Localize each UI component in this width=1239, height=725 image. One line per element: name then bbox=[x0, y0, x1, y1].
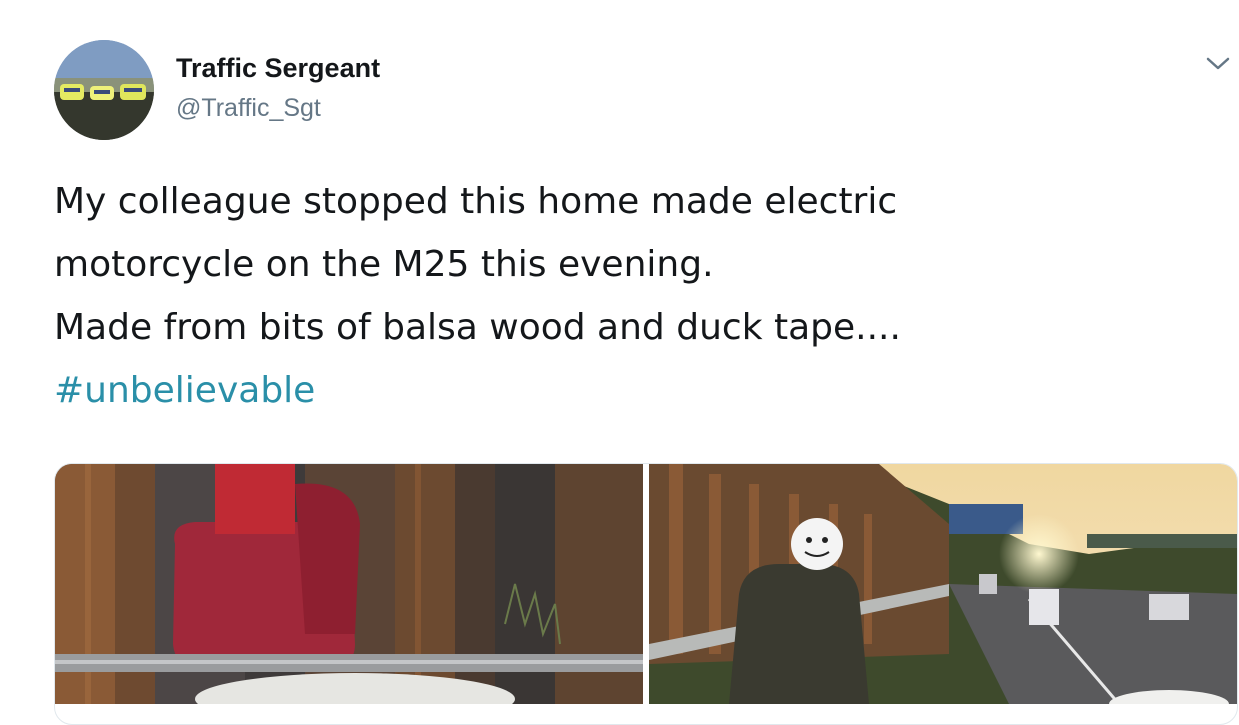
avatar[interactable] bbox=[54, 40, 154, 140]
chevron-down-icon[interactable] bbox=[1205, 54, 1231, 74]
tweet-text-line: motorcycle on the M25 this evening. bbox=[54, 244, 714, 285]
photo-motorcycle-closeup[interactable] bbox=[55, 464, 643, 724]
tweet-media bbox=[54, 463, 1238, 725]
tweet-text-line: My colleague stopped this home made elec… bbox=[54, 181, 898, 222]
photo-motorway-officer[interactable] bbox=[649, 464, 1237, 724]
author-display-name[interactable]: Traffic Sergeant bbox=[176, 53, 380, 84]
tweet-text: My colleague stopped this home made elec… bbox=[54, 170, 1204, 422]
hashtag-link[interactable]: #unbelievable bbox=[54, 359, 1204, 422]
tweet-text-line: Made from bits of balsa wood and duck ta… bbox=[54, 307, 901, 348]
author-handle[interactable]: @Traffic_Sgt bbox=[176, 94, 321, 123]
